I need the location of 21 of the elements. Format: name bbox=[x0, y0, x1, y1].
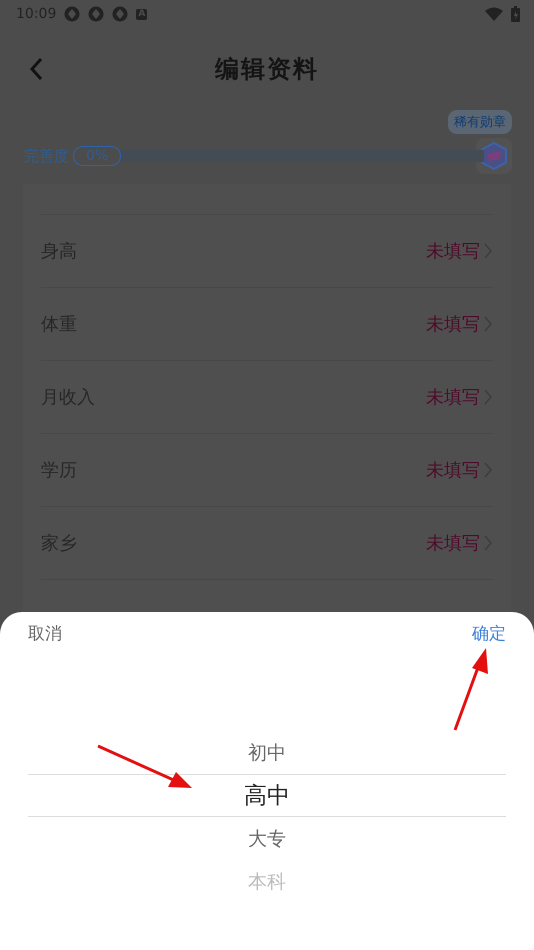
medal-icon bbox=[481, 142, 507, 170]
cancel-button[interactable]: 取消 bbox=[28, 622, 62, 645]
field-value[interactable]: 未填写 bbox=[426, 458, 480, 482]
battery-icon bbox=[511, 6, 520, 22]
completion-percent: 0% bbox=[73, 146, 122, 166]
field-value[interactable]: 未填写 bbox=[426, 531, 480, 555]
field-value[interactable]: 未填写 bbox=[426, 239, 480, 263]
field-value[interactable]: 未填写 bbox=[426, 312, 480, 336]
completion-label: 完善度 bbox=[24, 146, 69, 166]
aperture-icon bbox=[64, 6, 80, 22]
picker-option[interactable]: 大专 bbox=[28, 817, 506, 860]
picker-option[interactable]: 高中 bbox=[28, 774, 506, 817]
aperture-icon bbox=[88, 6, 104, 22]
confirm-button[interactable]: 确定 bbox=[472, 622, 506, 645]
picker-option[interactable]: 初中 bbox=[28, 731, 506, 774]
wifi-icon bbox=[485, 7, 503, 21]
picker-option[interactable]: 本科 bbox=[28, 860, 506, 903]
field-value[interactable]: 未填写 bbox=[426, 385, 480, 409]
rare-medal-badge: 稀有勋章 bbox=[448, 110, 512, 134]
page-title: 编辑资料 bbox=[215, 54, 319, 85]
aperture-icon bbox=[112, 6, 128, 22]
